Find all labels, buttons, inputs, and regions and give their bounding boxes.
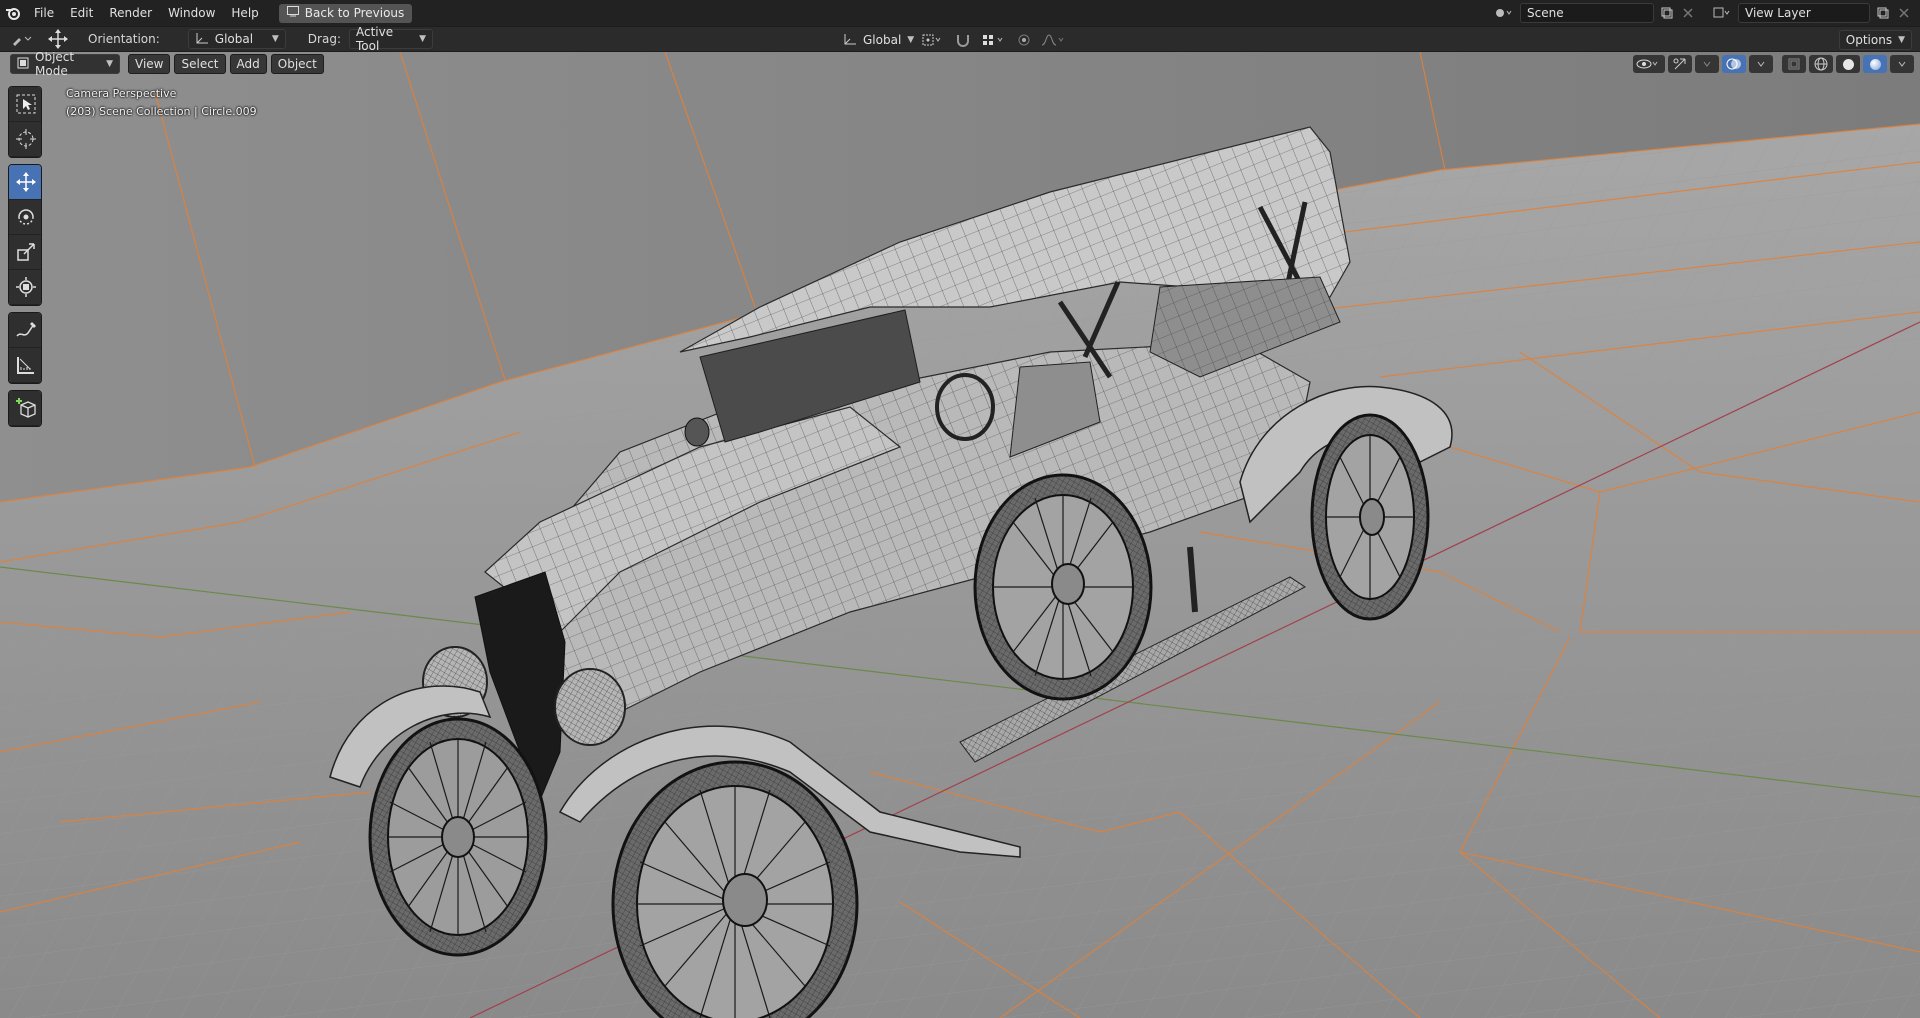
- object-mode-icon: [17, 57, 29, 72]
- back-to-previous-button[interactable]: Back to Previous: [278, 3, 413, 23]
- pivot-point-icon[interactable]: [918, 31, 948, 49]
- proportional-editing-icon[interactable]: [1014, 31, 1034, 49]
- menu-help[interactable]: Help: [223, 0, 266, 26]
- drag-label: Drag:: [307, 32, 341, 46]
- transform-orientation-dropdown[interactable]: Global ▼: [836, 30, 914, 50]
- tool-group-transform: [8, 164, 42, 306]
- annotate-tool[interactable]: [9, 313, 41, 348]
- delete-view-layer-icon[interactable]: [1896, 4, 1912, 22]
- options-label: Options: [1845, 33, 1893, 47]
- tool-group-add: [8, 390, 42, 427]
- annotate-icon: [16, 322, 36, 337]
- select-box-icon: [16, 94, 36, 114]
- orientation-axes-icon: [843, 33, 857, 48]
- chevron-down-icon: ▼: [271, 34, 279, 44]
- select-box-tool[interactable]: [9, 87, 41, 122]
- chevron-down-icon: ▼: [1898, 35, 1905, 45]
- cursor-icon: [16, 129, 36, 149]
- viewport-overlay-subtitle: (203) Scene Collection | Circle.009: [66, 105, 257, 118]
- menu-window[interactable]: Window: [160, 0, 223, 26]
- view-layer-browse-icon[interactable]: [1710, 4, 1734, 22]
- cursor-tool[interactable]: [9, 122, 41, 157]
- object-mode-dropdown[interactable]: Object Mode ▼: [10, 52, 120, 78]
- scene-name-field[interactable]: Scene: [1520, 3, 1654, 23]
- menu-file[interactable]: File: [26, 0, 62, 26]
- options-dropdown[interactable]: Options ▼: [1838, 30, 1912, 50]
- transform-orientation-value: Global: [863, 33, 902, 47]
- falloff-curve-icon[interactable]: [1038, 31, 1070, 49]
- shading-dropdown-icon[interactable]: [1890, 55, 1914, 73]
- new-scene-icon[interactable]: [1658, 4, 1676, 22]
- screen-icon: [286, 6, 299, 20]
- add-cube-tool[interactable]: [9, 391, 41, 426]
- snap-target-icon[interactable]: [978, 31, 1010, 49]
- visibility-icon[interactable]: [1633, 55, 1665, 73]
- rotate-icon: [18, 209, 34, 225]
- measure-tool[interactable]: [9, 348, 41, 383]
- material-preview-shading-icon[interactable]: [1863, 55, 1887, 73]
- drag-value: Active Tool: [355, 25, 394, 53]
- gizmo-dropdown-icon[interactable]: [1695, 55, 1719, 73]
- front-left-wheel: [368, 717, 548, 957]
- measure-icon: [17, 357, 34, 374]
- viewport-header: Object Mode ▼ View Select Add Object: [0, 52, 1920, 78]
- new-view-layer-icon[interactable]: [1874, 4, 1892, 22]
- orientation-label: Orientation:: [88, 32, 160, 46]
- object-mode-value: Object Mode: [35, 52, 75, 78]
- move-tool-icon[interactable]: [44, 29, 72, 49]
- tool-group-annotate: [8, 312, 42, 384]
- orientation-axes-icon: [195, 32, 209, 47]
- rear-left-wheel: [973, 473, 1153, 701]
- transform-tool[interactable]: [9, 270, 41, 305]
- editor-type-icon[interactable]: [8, 30, 38, 48]
- transform-icon: [16, 277, 36, 297]
- drag-dropdown[interactable]: Active Tool ▼: [348, 25, 433, 53]
- front-right-wheel: [611, 760, 859, 1018]
- solid-shading-icon[interactable]: [1836, 55, 1860, 73]
- add-menu[interactable]: Add: [229, 54, 267, 74]
- add-cube-icon: [16, 398, 36, 418]
- move-tool[interactable]: [9, 165, 41, 200]
- viewport-display-controls: [1633, 55, 1914, 73]
- xray-toggle-icon[interactable]: [1782, 55, 1806, 73]
- rear-right-wheel: [1310, 413, 1430, 621]
- left-toolbar: [8, 86, 42, 433]
- 3d-viewport[interactable]: Object Mode ▼ View Select Add Object Cam…: [0, 52, 1920, 1018]
- object-menu[interactable]: Object: [270, 54, 324, 74]
- menu-render[interactable]: Render: [101, 0, 160, 26]
- orientation-dropdown[interactable]: Global ▼: [187, 29, 286, 49]
- menu-edit[interactable]: Edit: [62, 0, 101, 26]
- view-layer-field[interactable]: View Layer: [1738, 3, 1870, 23]
- tool-group-select: [8, 86, 42, 158]
- top-menu-bar: File Edit Render Window Help Back to Pre…: [0, 0, 1920, 26]
- select-menu[interactable]: Select: [174, 54, 226, 74]
- transform-settings-group: Global ▼: [836, 30, 1070, 50]
- gizmo-toggle-icon[interactable]: [1668, 55, 1692, 73]
- blender-logo-icon[interactable]: [0, 0, 26, 26]
- delete-scene-icon[interactable]: [1680, 4, 1696, 22]
- view-menu[interactable]: View: [128, 54, 171, 74]
- viewport-overlay-title: Camera Perspective: [66, 87, 177, 100]
- orientation-value: Global: [214, 32, 254, 46]
- move-icon: [16, 172, 36, 192]
- rotate-tool[interactable]: [9, 200, 41, 235]
- scene-browse-icon[interactable]: [1492, 4, 1516, 22]
- chevron-down-icon: ▼: [106, 59, 113, 69]
- overlays-dropdown-icon[interactable]: [1749, 55, 1773, 73]
- scene-selectors: Scene View Layer: [1492, 0, 1920, 26]
- back-to-previous-label: Back to Previous: [304, 6, 405, 20]
- wireframe-shading-icon[interactable]: [1809, 55, 1833, 73]
- snap-toggle-icon[interactable]: [952, 31, 974, 49]
- overlays-toggle-icon[interactable]: [1722, 55, 1746, 73]
- scale-icon: [17, 243, 35, 261]
- chevron-down-icon: ▼: [907, 35, 915, 45]
- chevron-down-icon: ▼: [419, 34, 426, 44]
- viewport-scene-canvas[interactable]: [0, 52, 1920, 1018]
- tool-settings-header: Orientation: Global ▼ Drag: Active Tool …: [0, 25, 1920, 53]
- scale-tool[interactable]: [9, 235, 41, 270]
